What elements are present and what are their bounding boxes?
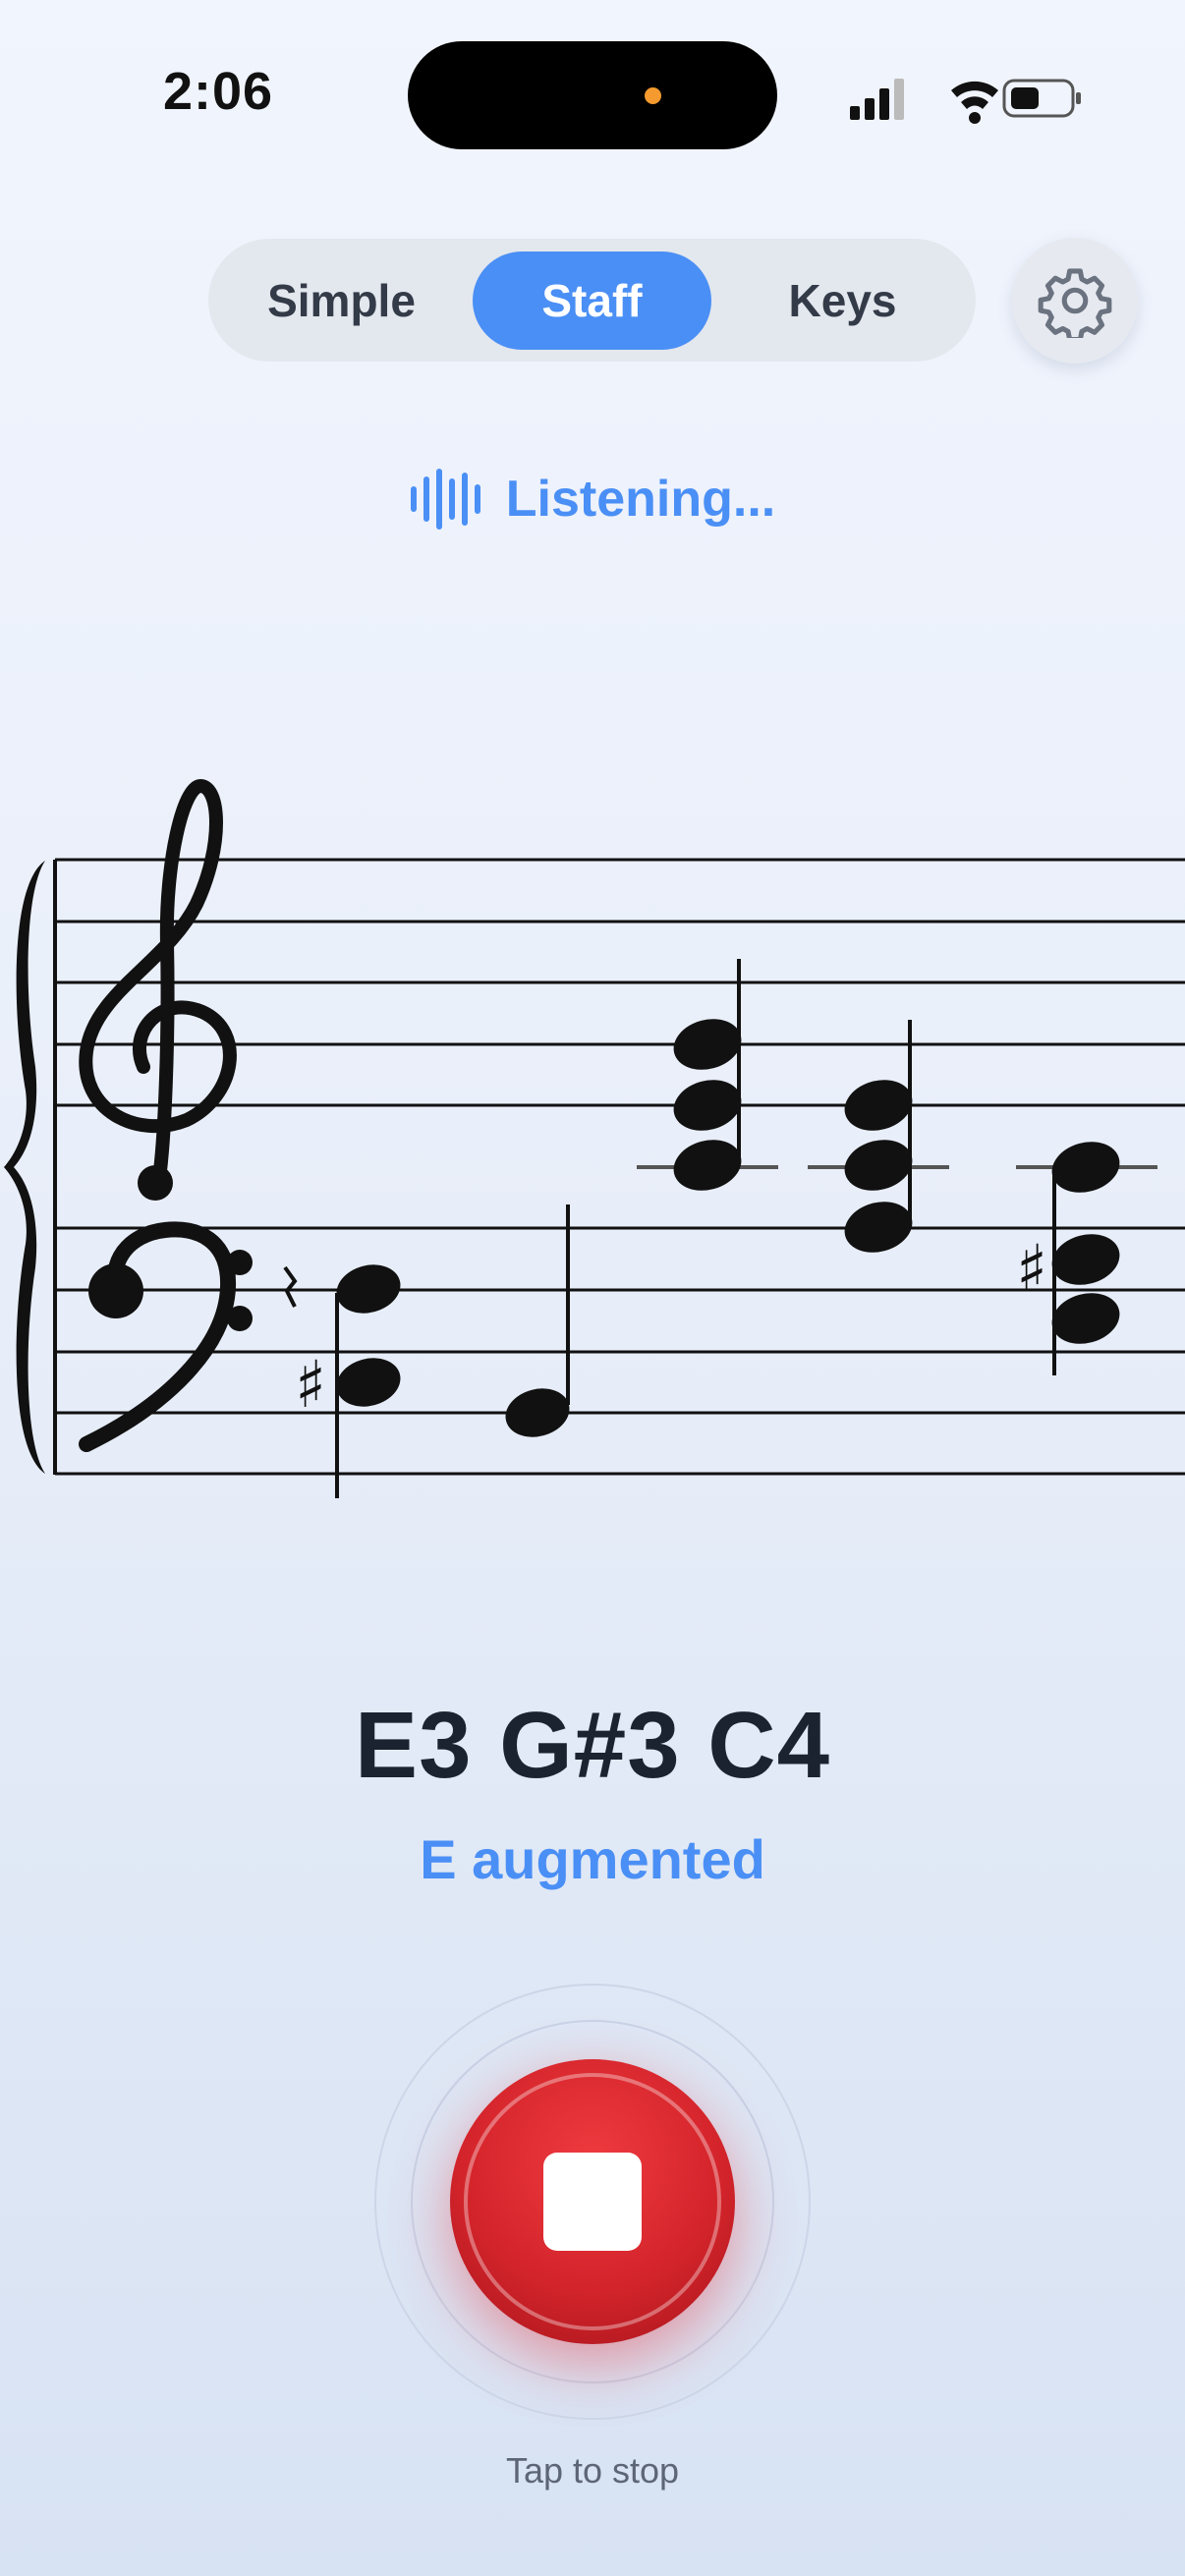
chord-2 xyxy=(505,1204,570,1437)
stop-icon xyxy=(543,2153,642,2251)
brace xyxy=(4,861,45,1474)
wifi-icon xyxy=(951,81,998,124)
svg-text:♯: ♯ xyxy=(1016,1231,1047,1307)
chord-name: E augmented xyxy=(420,1828,765,1890)
stop-recording-button[interactable] xyxy=(450,2059,735,2344)
status-bar: 2:06 xyxy=(0,0,1185,177)
waveform-icon xyxy=(410,469,480,530)
status-icons xyxy=(850,79,1081,124)
recording-indicator-dot xyxy=(645,87,661,104)
listening-label: Listening... xyxy=(505,471,776,528)
chord-5: ♯ xyxy=(1016,1142,1157,1375)
detected-notes: E3 G#3 C4 xyxy=(355,1693,830,1798)
mode-segmented-control: Simple Staff Keys xyxy=(208,239,976,362)
status-time: 2:06 xyxy=(163,62,274,121)
chord-4 xyxy=(808,1020,949,1253)
treble-clef xyxy=(79,778,237,1201)
grand-staff: ♯ ♯ xyxy=(4,778,1185,1498)
battery-icon xyxy=(1002,79,1081,118)
rest-symbol xyxy=(283,1265,298,1308)
chord-1: ♯ xyxy=(295,1264,401,1498)
tab-simple[interactable]: Simple xyxy=(221,252,462,350)
listening-indicator: Listening... xyxy=(0,460,1185,538)
settings-button[interactable] xyxy=(1012,238,1138,364)
dynamic-island xyxy=(408,41,777,149)
gear-icon xyxy=(1038,268,1112,338)
svg-text:♯: ♯ xyxy=(295,1347,326,1423)
tab-keys[interactable]: Keys xyxy=(722,252,963,350)
tab-staff[interactable]: Staff xyxy=(473,252,711,350)
tap-to-stop-label: Tap to stop xyxy=(505,2450,680,2491)
cellular-signal-icon xyxy=(850,79,904,120)
chord-3 xyxy=(637,959,778,1191)
